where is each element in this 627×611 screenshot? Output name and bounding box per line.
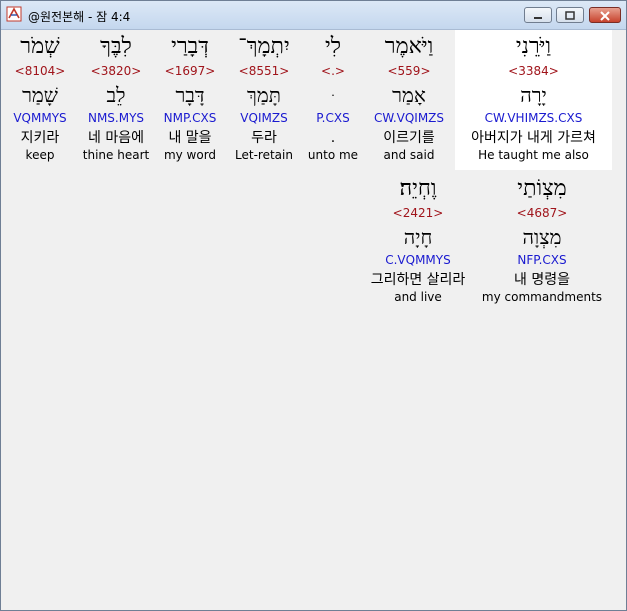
hebrew-root: שָׁמַר bbox=[22, 83, 58, 107]
parsing-code: C.VQMMYS bbox=[385, 253, 451, 267]
hebrew-root: מִצְוָה bbox=[522, 225, 562, 249]
korean-gloss: 네 마음에 bbox=[88, 130, 144, 146]
minimize-icon bbox=[534, 17, 542, 19]
hebrew-word: דְּבָרַי bbox=[171, 34, 209, 59]
parsing-code: VQMMYS bbox=[13, 111, 67, 125]
hebrew-root: אָמַר bbox=[392, 83, 426, 107]
english-gloss: my word bbox=[163, 148, 217, 162]
close-button[interactable] bbox=[589, 7, 621, 23]
hebrew-word: וַיֹּאמֶר bbox=[384, 34, 434, 59]
word-cell-4[interactable]: יִתְמָךְ־ <8551> תָּמַךְ VQIMZS 두라 Let-r… bbox=[230, 30, 298, 170]
hebrew-word: מִצְוֹתַי bbox=[517, 176, 567, 201]
strong-number[interactable]: <.> bbox=[307, 64, 359, 79]
hebrew-root: חָיָה bbox=[403, 225, 433, 249]
strong-number[interactable]: <3384> bbox=[455, 64, 612, 79]
strong-number[interactable]: <2421> bbox=[360, 206, 476, 221]
maximize-button[interactable] bbox=[556, 7, 584, 23]
parsing-code: NFP.CXS bbox=[517, 253, 567, 267]
korean-gloss: 이르기를 bbox=[383, 130, 435, 146]
korean-gloss: 지키라 bbox=[20, 130, 60, 146]
app-window: @원전본해 - 잠 4:4 וַיֹּרֵנִי <3384> יָרָה CW… bbox=[0, 0, 627, 611]
strong-number[interactable]: <8551> bbox=[230, 64, 298, 79]
korean-gloss: 내 말을 bbox=[168, 130, 212, 146]
strong-number[interactable]: <1697> bbox=[157, 64, 223, 79]
hebrew-root: יָרָה bbox=[520, 83, 547, 107]
hebrew-word: שְׁמֹר bbox=[20, 34, 60, 59]
english-gloss: unto me bbox=[307, 148, 359, 162]
english-gloss: thine heart bbox=[82, 148, 150, 162]
korean-gloss: 아버지가 내게 가르쳐 bbox=[471, 130, 596, 146]
word-cell-2[interactable]: וַיֹּאמֶר <559> אָמַר CW.VQIMZS 이르기를 and… bbox=[369, 30, 449, 170]
word-cell-3[interactable]: לִי <.> ּ P.CXS . unto me bbox=[307, 30, 359, 170]
parsing-code: CW.VQIMZS bbox=[373, 111, 445, 125]
korean-gloss: 두라 bbox=[251, 130, 277, 146]
word-cell-5[interactable]: דְּבָרַי <1697> דָּבָר NMP.CXS 내 말을 my w… bbox=[157, 30, 223, 170]
parsing-code: CW.VHIMZS.CXS bbox=[484, 111, 583, 125]
english-gloss: my commandments bbox=[481, 290, 603, 304]
english-gloss: and live bbox=[394, 290, 442, 304]
hebrew-root: ּ bbox=[307, 80, 359, 110]
parsing-code: NMS.MYS bbox=[87, 111, 145, 125]
english-gloss: keep bbox=[25, 148, 55, 162]
close-icon bbox=[600, 11, 610, 21]
parsing-code: NMP.CXS bbox=[163, 111, 217, 125]
hebrew-root: לֵב bbox=[106, 83, 126, 107]
strong-number[interactable]: <3820> bbox=[80, 64, 152, 79]
parsing-code: VQIMZS bbox=[240, 111, 288, 125]
strong-number[interactable]: <8104> bbox=[6, 64, 74, 79]
korean-gloss: 내 명령을 bbox=[514, 272, 570, 288]
app-logo-icon bbox=[6, 6, 22, 22]
window-title: @원전본해 - 잠 4:4 bbox=[28, 10, 131, 24]
hebrew-word: וֶחְיֵה׃ bbox=[399, 176, 437, 201]
title-bar[interactable]: @원전본해 - 잠 4:4 bbox=[1, 1, 626, 30]
english-gloss: and said bbox=[383, 148, 435, 162]
hebrew-root: תָּמַךְ bbox=[247, 83, 281, 107]
minimize-button[interactable] bbox=[524, 7, 552, 23]
hebrew-word: וַיֹּרֵנִי bbox=[515, 34, 552, 59]
word-cell-8[interactable]: מִצְוֹתַי <4687> מִצְוָה NFP.CXS 내 명령을 m… bbox=[472, 172, 612, 312]
word-cell-9[interactable]: וֶחְיֵה׃ <2421> חָיָה C.VQMMYS 그리하면 살리라 … bbox=[360, 172, 476, 312]
parsing-code: P.CXS bbox=[316, 111, 350, 125]
strong-number[interactable]: <559> bbox=[369, 64, 449, 79]
english-gloss: Let-retain bbox=[235, 148, 293, 162]
english-gloss: He taught me also bbox=[478, 148, 589, 162]
korean-gloss: 그리하면 살리라 bbox=[370, 272, 466, 288]
hebrew-root: דָּבָר bbox=[175, 83, 205, 107]
hebrew-word: לִי bbox=[324, 34, 342, 59]
word-cell-1[interactable]: וַיֹּרֵנִי <3384> יָרָה CW.VHIMZS.CXS 아버… bbox=[455, 30, 612, 170]
word-cell-7[interactable]: שְׁמֹר <8104> שָׁמַר VQMMYS 지키라 keep bbox=[6, 30, 74, 170]
hebrew-word: לִבֶּךָ bbox=[100, 34, 132, 59]
word-cell-6[interactable]: לִבֶּךָ <3820> לֵב NMS.MYS 네 마음에 thine h… bbox=[80, 30, 152, 170]
verse-analysis-panel: וַיֹּרֵנִי <3384> יָרָה CW.VHIMZS.CXS 아버… bbox=[2, 30, 625, 609]
hebrew-word: יִתְמָךְ־ bbox=[238, 34, 290, 59]
korean-gloss: . bbox=[330, 130, 336, 146]
maximize-icon bbox=[565, 11, 575, 20]
strong-number[interactable]: <4687> bbox=[472, 206, 612, 221]
